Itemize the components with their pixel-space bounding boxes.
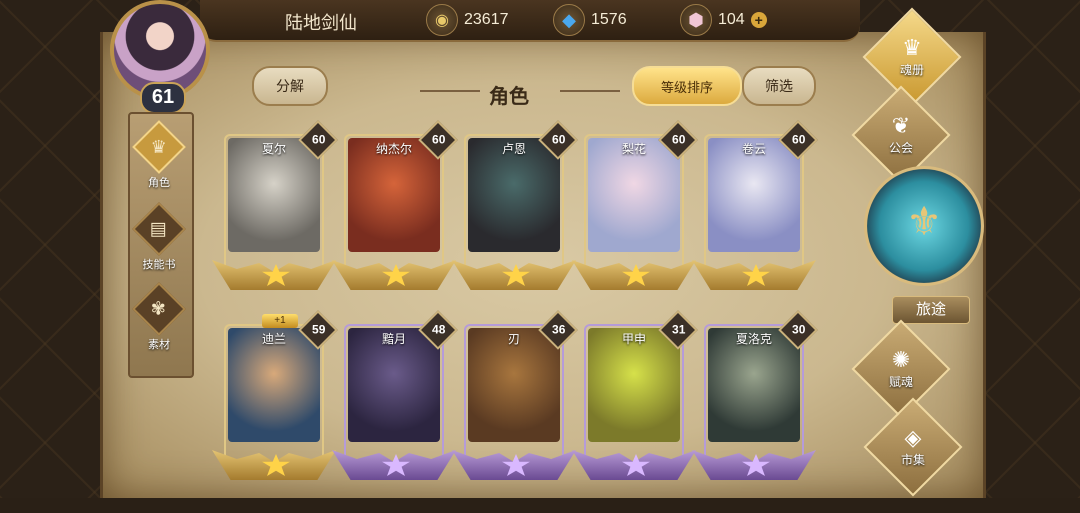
filter-button[interactable]: 筛选 (742, 66, 816, 106)
character-card[interactable]: 卢恩 60 (452, 120, 578, 290)
character-card[interactable]: 纳杰尔 60 (332, 120, 458, 290)
right-nav-journey[interactable]: ⚜ (864, 166, 984, 286)
gold-coin-icon: ◉ (426, 4, 458, 36)
material-icon: ✾ (151, 298, 167, 319)
page-title: 角色 (489, 86, 529, 108)
character-level: 48 (432, 322, 446, 337)
left-nav-label: 角色 (148, 177, 170, 189)
character-level: 60 (552, 132, 566, 147)
left-nav-label: 技能书 (142, 259, 176, 271)
guild-icon: ❦ (891, 112, 911, 138)
journey-label: 旅途 (892, 296, 970, 324)
level-sort-button[interactable]: 等级排序 (632, 66, 742, 106)
character-level: 60 (312, 132, 326, 147)
market-icon: ◈ (904, 424, 922, 450)
add-gem-button[interactable]: + (750, 12, 767, 28)
character-card[interactable]: 甲申 31 (572, 310, 698, 480)
title-ornament-right (560, 90, 620, 92)
gem-resource[interactable]: ⬢ 104 + (680, 4, 767, 36)
journey-icon: ⚜ (906, 200, 942, 244)
helmet-icon: ♛ (150, 136, 168, 157)
character-level: 60 (672, 132, 686, 147)
character-level: 30 (792, 322, 806, 337)
character-level: 60 (432, 132, 446, 147)
character-card[interactable]: 黯月 48 (332, 310, 458, 480)
left-nav-label: 素材 (148, 339, 170, 351)
character-level: 36 (552, 322, 566, 337)
right-nav-label: 公会 (888, 140, 913, 155)
left-nav-item-skill-book[interactable]: ▤ 技能书 (128, 202, 190, 272)
character-card[interactable]: 卷云 60 (692, 120, 818, 290)
player-name: 陆地剑仙 (285, 13, 357, 33)
bonus-badge: +1 (262, 314, 298, 328)
crystal-resource[interactable]: ◆ 1576 (553, 4, 627, 36)
character-card[interactable]: 夏洛克 30 (692, 310, 818, 480)
character-level: 31 (672, 322, 686, 337)
soul-book-icon: ♛ (902, 34, 922, 60)
gold-resource[interactable]: ◉ 23617 (426, 4, 509, 36)
right-nav-label: 市集 (900, 452, 925, 467)
gold-value: 23617 (464, 11, 509, 28)
character-card[interactable]: 刃 36 (452, 310, 578, 480)
character-card[interactable]: +1 迪兰 59 (212, 310, 338, 480)
character-card[interactable]: 梨花 60 (572, 120, 698, 290)
dismantle-button[interactable]: 分解 (252, 66, 328, 106)
soul-infuse-icon: ✺ (891, 346, 911, 372)
pink-gem-icon: ⬢ (680, 4, 712, 36)
character-card[interactable]: 夏尔 60 (212, 120, 338, 290)
skill-book-icon: ▤ (150, 218, 168, 239)
gem-value: 104 (718, 11, 745, 28)
title-ornament-left (420, 90, 480, 92)
character-level: 60 (792, 132, 806, 147)
crystal-value: 1576 (591, 11, 627, 28)
character-level: 59 (312, 322, 326, 337)
right-nav-label: 魂册 (899, 62, 924, 77)
left-nav-item-material[interactable]: ✾ 素材 (128, 282, 190, 352)
right-nav-label: 赋魂 (888, 374, 913, 389)
left-nav-item-character[interactable]: ♛ 角色 (128, 120, 190, 190)
blue-crystal-icon: ◆ (553, 4, 585, 36)
player-level-badge: 61 (140, 82, 186, 114)
